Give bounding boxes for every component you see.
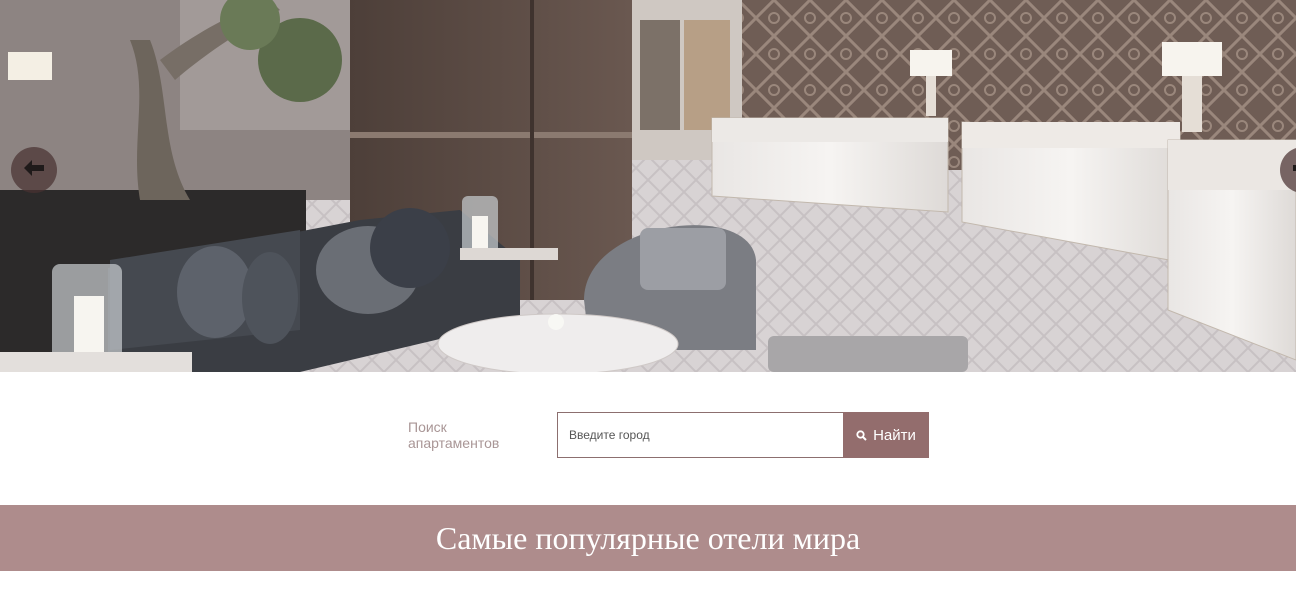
search-icon: [856, 429, 867, 441]
arrow-left-icon: [23, 159, 45, 182]
section-title: Самые популярные отели мира: [435, 519, 861, 556]
slider-prev-button[interactable]: [11, 147, 57, 193]
search-label: Поиск апартаментов: [408, 419, 500, 451]
arrow-right-icon: [1292, 159, 1296, 182]
city-search-input[interactable]: [557, 412, 844, 458]
search-button-label: Найти: [873, 426, 916, 444]
hero-image: [0, 0, 1296, 372]
search-button[interactable]: Найти: [843, 412, 929, 458]
hero-slider: [0, 0, 1296, 372]
section-banner: Самые популярные отели мира: [0, 505, 1296, 571]
